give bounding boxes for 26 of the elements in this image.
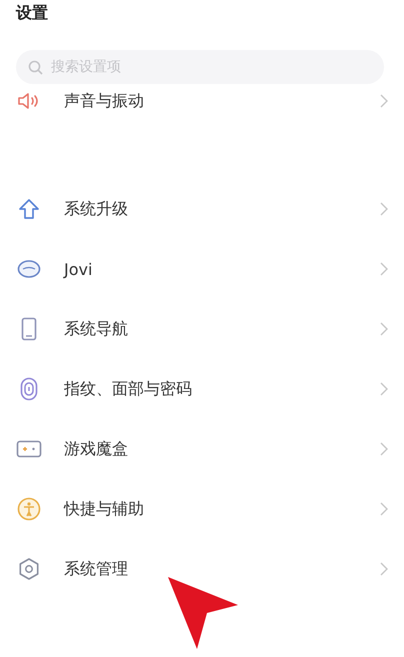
- chevron-right-icon: [380, 562, 388, 576]
- settings-item[interactable]: 声音与振动: [0, 84, 404, 118]
- settings-item[interactable]: 游戏魔盒: [0, 419, 404, 479]
- page-title: 设置: [14, 2, 49, 24]
- chevron-right-icon: [380, 94, 388, 108]
- settings-item[interactable]: 系统管理: [0, 539, 404, 599]
- hexagon-gear-icon: [17, 557, 41, 581]
- fingerprint-icon: [20, 377, 38, 401]
- pointer-arrow-icon: [165, 575, 240, 651]
- speaker-icon: [17, 92, 41, 110]
- settings-item[interactable]: 指纹、面部与密码: [0, 359, 404, 419]
- oval-badge-icon: [17, 259, 41, 279]
- accessibility-icon: [17, 497, 41, 521]
- chevron-right-icon: [380, 382, 388, 396]
- settings-item[interactable]: 系统导航: [0, 299, 404, 359]
- game-box-icon: [16, 440, 42, 458]
- chevron-right-icon: [380, 442, 388, 456]
- chevron-right-icon: [380, 322, 388, 336]
- chevron-right-icon: [380, 262, 388, 276]
- settings-item[interactable]: Jovi: [0, 239, 404, 299]
- chevron-right-icon: [380, 202, 388, 216]
- settings-item[interactable]: 系统升级: [0, 179, 404, 239]
- up-arrow-icon: [18, 198, 40, 220]
- settings-item[interactable]: 快捷与辅助: [0, 479, 404, 539]
- phone-icon: [21, 317, 37, 341]
- chevron-right-icon: [380, 502, 388, 516]
